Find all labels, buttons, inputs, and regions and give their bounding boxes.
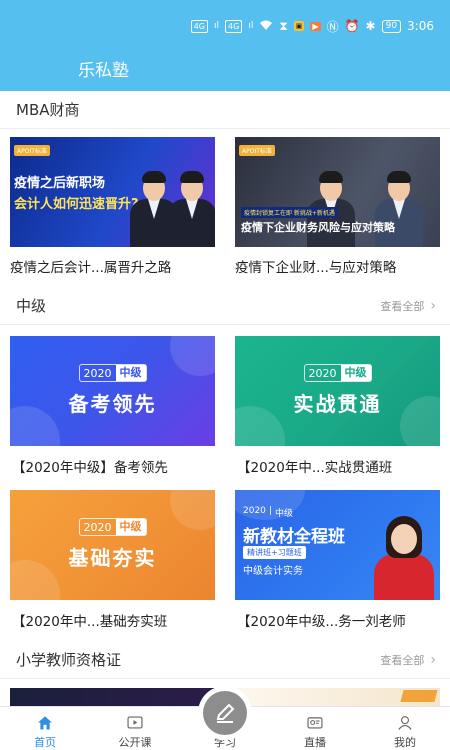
app-title: 乐私塾	[78, 61, 129, 81]
tab-home[interactable]: 首页	[0, 707, 90, 750]
thumbnail-chip: 精讲班+习题班	[243, 546, 306, 559]
alarm-icon: ⏰	[344, 19, 360, 33]
wifi-icon	[259, 19, 273, 34]
thumbnail-headline: 疫情下企业财务风险与应对策略	[241, 221, 395, 234]
course-title[interactable]: 疫情之后会计...属晋升之路	[10, 256, 220, 276]
course-thumbnail[interactable]: 2020 中级 基础夯实	[10, 490, 215, 600]
see-all-link[interactable]: 查看全部 ›	[380, 652, 436, 668]
status-bar: 4G ıl 4G ıl ⧗ ▣ ▶ Ⓝ ⏰ ✱ 90 3:06	[0, 12, 450, 40]
network-type-1: 4G	[190, 19, 209, 33]
year-level-badge: 2020 | 中级	[243, 506, 293, 519]
thumbnail-tag: APOIT标准	[239, 145, 275, 156]
course-thumbnail[interactable]: 2020 中级 实战贯通	[235, 336, 440, 446]
thumbnail-slogan: 实战贯通	[293, 392, 382, 416]
bluetooth-icon: ✱	[365, 19, 376, 33]
course-title[interactable]: 【2020年中级...务一刘老师	[237, 610, 447, 630]
year-level-badge: 2020 中级	[78, 364, 147, 382]
course-title[interactable]: 疫情下企业财...与应对策略	[235, 256, 445, 276]
chevron-right-icon: ›	[430, 297, 436, 314]
section-title: MBA财商	[16, 101, 80, 119]
notification-badge-icon: ▣	[293, 21, 305, 31]
course-thumbnail[interactable]: 2020 | 中级 新教材全程班 精讲班+习题班 中级会计实务	[235, 490, 440, 600]
section-title: 中级	[16, 297, 47, 315]
course-thumbnail[interactable]: 2020 中级 备考领先	[10, 336, 215, 446]
signal-icon: ıl	[214, 20, 220, 31]
course-title[interactable]: 【2020年中级】备考领先	[12, 456, 222, 476]
tab-live[interactable]: 直播	[270, 707, 360, 750]
course-thumbnail[interactable]: APOIT标准 疫情之后新职场 会计人如何迅速晋升?	[10, 137, 215, 247]
year-level-badge: 2020 中级	[78, 518, 147, 536]
pencil-icon	[216, 703, 235, 723]
course-card-zhongji-3[interactable]: 2020 中级 基础夯实	[10, 490, 215, 600]
course-thumbnail-partial[interactable]	[10, 688, 215, 708]
clock: 3:06	[407, 19, 434, 33]
course-title[interactable]: 【2020年中...基础夯实班	[12, 610, 222, 630]
battery-icon: 90	[381, 19, 402, 33]
home-icon	[38, 716, 52, 730]
app-header: 4G ıl 4G ıl ⧗ ▣ ▶ Ⓝ ⏰ ✱ 90 3:06 乐私塾	[0, 0, 450, 91]
thumbnail-tag: APOIT标准	[14, 145, 50, 156]
presenter-photo	[168, 169, 215, 247]
course-title[interactable]: 【2020年中...实战贯通班	[237, 456, 447, 476]
year-level-badge: 2020 中级	[303, 364, 372, 382]
course-card-zhongji-4[interactable]: 2020 | 中级 新教材全程班 精讲班+习题班 中级会计实务	[235, 490, 440, 600]
course-thumbnail[interactable]: APOIT标准 疫情封锁复工在即 新挑战+新机遇 疫情下企业财务风险与应对策略	[235, 137, 440, 247]
presenter-photo	[375, 169, 423, 247]
section-header-zhongji: 中级 查看全部 ›	[0, 287, 450, 325]
see-all-link[interactable]: 查看全部 ›	[380, 298, 436, 314]
section-header-mba: MBA财商	[0, 91, 450, 129]
thumbnail-headline: 疫情之后新职场 会计人如何迅速晋升?	[14, 176, 139, 212]
section-title: 小学教师资格证	[16, 651, 122, 669]
thumbnail-slogan: 基础夯实	[68, 546, 157, 570]
course-card-zhongji-2[interactable]: 2020 中级 实战贯通	[235, 336, 440, 446]
teacher-photo	[374, 512, 434, 600]
network-type-2: 4G	[225, 19, 243, 33]
play-badge-icon: ▶	[310, 21, 321, 31]
course-card-mba-1[interactable]: APOIT标准 疫情之后新职场 会计人如何迅速晋升?	[10, 137, 215, 247]
thumbnail-slogan: 备考领先	[68, 392, 157, 416]
chevron-right-icon: ›	[430, 651, 436, 668]
nfc-icon: Ⓝ	[326, 19, 339, 34]
user-icon	[398, 716, 412, 730]
thumbnail-subtitle: 中级会计实务	[243, 566, 303, 577]
hourglass-icon: ⧗	[279, 18, 288, 33]
signal-icon-2: ıl	[248, 20, 254, 31]
live-icon	[307, 717, 323, 729]
course-thumbnail-partial[interactable]	[235, 688, 440, 708]
tab-open-class[interactable]: 公开课	[90, 707, 180, 750]
course-card-zhongji-1[interactable]: 2020 中级 备考领先	[10, 336, 215, 446]
course-card-mba-2[interactable]: APOIT标准 疫情封锁复工在即 新挑战+新机遇 疫情下企业财务风险与应对策略	[235, 137, 440, 247]
thumbnail-headline: 新教材全程班	[243, 527, 345, 547]
section-header-teacher: 小学教师资格证 查看全部 ›	[0, 641, 450, 679]
video-icon	[127, 716, 143, 729]
study-center-button[interactable]	[198, 686, 252, 740]
tab-mine[interactable]: 我的	[360, 707, 450, 750]
thumbnail-strip: 疫情封锁复工在即 新挑战+新机遇	[241, 207, 338, 218]
